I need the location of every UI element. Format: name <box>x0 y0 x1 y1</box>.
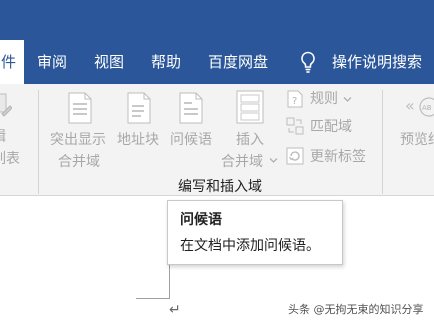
title-bar <box>0 0 434 40</box>
preview-results-icon[interactable]: « AB <box>405 94 434 120</box>
chevron-down-icon[interactable] <box>343 96 352 103</box>
watermark: 头条 @无拘无束的知识分享 <box>288 303 424 316</box>
preview-results-label[interactable]: 预览结 <box>400 129 434 151</box>
insert-merge-field-line2[interactable]: 合并域 <box>221 151 263 173</box>
mail-merge-recipients-icon <box>0 93 12 117</box>
greeting-line-label[interactable]: 问候语 <box>170 129 212 151</box>
tab-baidu-netdisk[interactable]: 百度网盘 <box>208 40 268 84</box>
insert-merge-field-line1[interactable]: 插入 <box>236 129 264 151</box>
tab-view[interactable]: 视图 <box>94 40 124 84</box>
address-block-label[interactable]: 地址块 <box>117 129 159 151</box>
tab-help[interactable]: 帮助 <box>151 40 181 84</box>
update-labels-icon[interactable] <box>286 147 304 165</box>
tooltip-title: 问候语 <box>180 212 222 228</box>
edit-recipient-list-line1[interactable]: 辑 <box>0 126 6 148</box>
address-block-icon[interactable] <box>127 92 153 124</box>
highlight-merge-fields-line2[interactable]: 合并域 <box>58 151 100 173</box>
svg-text:?: ? <box>292 96 297 107</box>
insert-merge-field-icon[interactable] <box>236 90 264 124</box>
group-separator <box>38 90 39 194</box>
tell-me-search[interactable]: 操作说明搜索 <box>332 40 422 84</box>
match-fields-label[interactable]: 匹配域 <box>310 116 352 138</box>
tab-review[interactable]: 审阅 <box>37 40 67 84</box>
margin-marker-horizontal <box>136 298 170 299</box>
paragraph-mark-icon: ↵ <box>169 302 181 318</box>
tooltip-description: 在文档中添加问候语。 <box>180 238 320 254</box>
tab-mailings[interactable]: 件 <box>0 40 24 84</box>
ribbon-group-label: 编写和插入域 <box>178 179 262 195</box>
tooltip: 问候语 在文档中添加问候语。 <box>167 200 343 265</box>
svg-text:AB: AB <box>422 104 432 112</box>
svg-text:«: « <box>405 96 415 115</box>
group-separator <box>382 90 383 194</box>
rules-icon[interactable]: ? <box>287 90 303 108</box>
highlight-merge-fields-icon[interactable] <box>68 92 94 124</box>
margin-marker-vertical <box>169 262 170 299</box>
greeting-line-icon[interactable] <box>179 92 205 124</box>
ribbon-tab-bar: 件 审阅 视图 帮助 百度网盘 操作说明搜索 <box>0 40 434 84</box>
rules-label[interactable]: 规则 <box>310 88 338 110</box>
edit-recipient-list-line2[interactable]: 列表 <box>0 148 20 170</box>
chevron-down-icon[interactable] <box>269 157 278 164</box>
update-labels-label[interactable]: 更新标签 <box>310 146 366 168</box>
highlight-merge-fields-line1[interactable]: 突出显示 <box>50 129 106 151</box>
lightbulb-icon[interactable] <box>300 51 316 73</box>
match-fields-icon[interactable] <box>286 117 304 135</box>
